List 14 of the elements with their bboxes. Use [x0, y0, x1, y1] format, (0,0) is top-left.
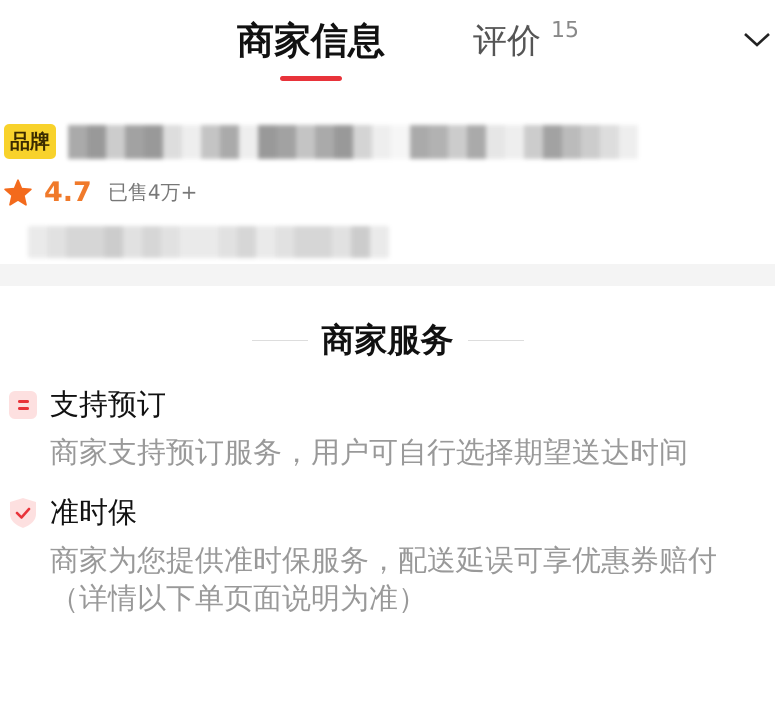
- service-title: 支持预订: [50, 386, 166, 423]
- brand-badge: 品牌: [4, 124, 56, 159]
- tab[interactable]: 评价 $^{15}$: [473, 18, 579, 80]
- list-icon: [8, 390, 38, 420]
- chevron-down-icon[interactable]: [743, 32, 771, 48]
- sold-count: 已售4万+: [108, 179, 198, 206]
- section-title: 商家服务: [322, 319, 454, 361]
- service-description: 商家为您提供准时保服务，配送延误可享优惠券赔付（详情以下单页面说明为准）: [50, 542, 718, 617]
- star-icon: [4, 179, 32, 206]
- shield-check-icon: [8, 497, 38, 529]
- service-title: 准时保: [50, 494, 137, 531]
- rating: 4.7: [44, 177, 92, 208]
- tab[interactable]: 商家信息: [237, 18, 385, 80]
- service-description: 商家支持预订服务，用户可自行选择期望送达时间: [50, 434, 689, 471]
